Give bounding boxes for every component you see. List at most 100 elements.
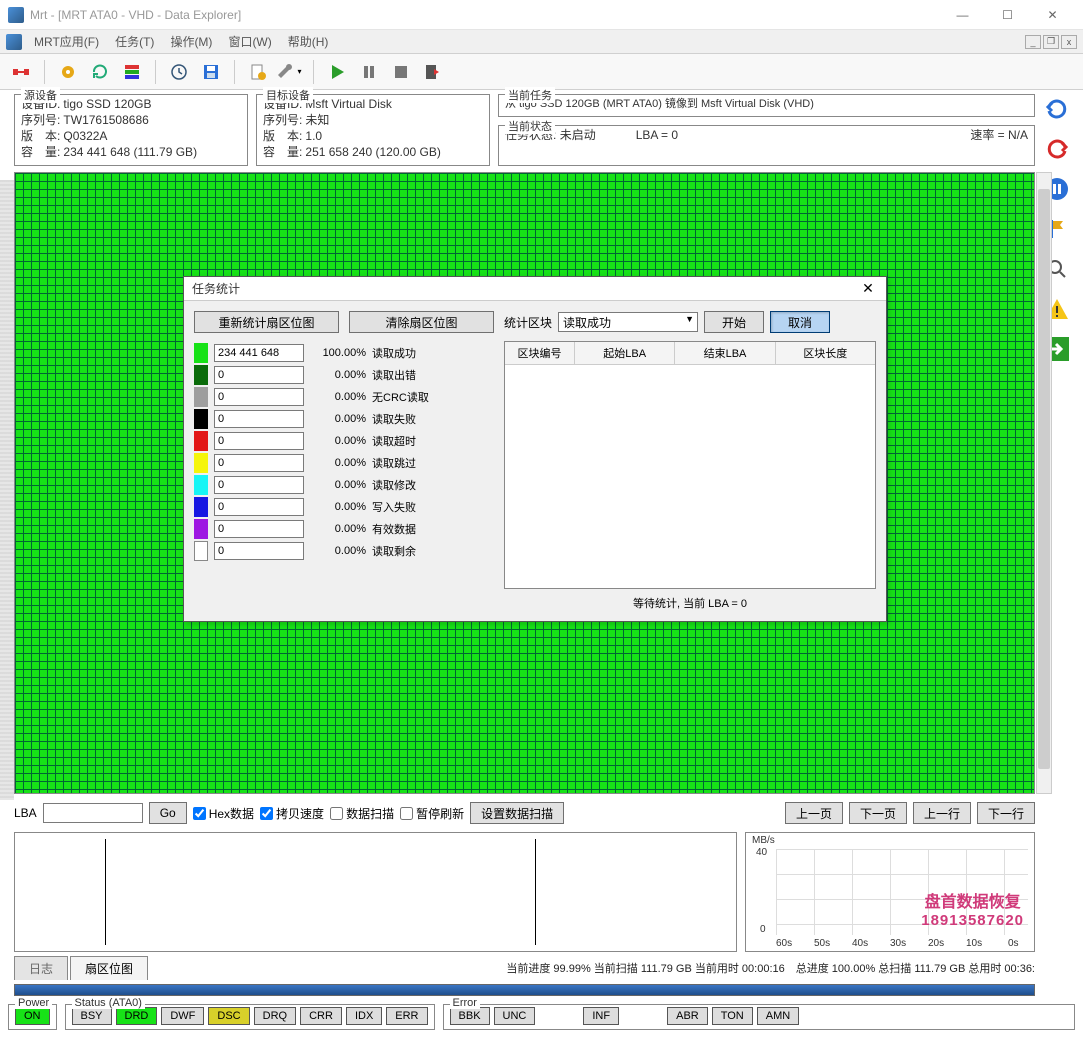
col-end-lba[interactable]: 结束LBA xyxy=(675,342,775,364)
menu-operate[interactable]: 操作(M) xyxy=(162,31,220,52)
stats-block-label: 统计区块 xyxy=(504,314,552,331)
tab-bitmap[interactable]: 扇区位图 xyxy=(70,956,148,980)
col-start-lba[interactable]: 起始LBA xyxy=(575,342,675,364)
maximize-button[interactable]: ☐ xyxy=(985,0,1030,30)
stat-row: 0.00%读取超时 xyxy=(194,431,494,451)
panel-power: Power ON xyxy=(8,1004,57,1030)
menu-app-icon xyxy=(6,34,22,50)
cancel-button[interactable]: 取消 xyxy=(770,311,830,333)
prev-row-button[interactable]: 上一行 xyxy=(913,802,971,824)
chip-abr: ABR xyxy=(667,1007,708,1025)
graphs-row: MB/s 40 0 60s 50s 40s 30s 20s 10s 0s 盘首数… xyxy=(0,830,1083,954)
tb-play-icon[interactable] xyxy=(324,59,350,85)
tb-refresh-icon[interactable] xyxy=(87,59,113,85)
chip-inf: INF xyxy=(583,1007,619,1025)
graph-timeline xyxy=(14,832,737,952)
chip-idx: IDX xyxy=(346,1007,382,1025)
panel-source-device: 源设备 设备ID: tigo SSD 120GB 序列号: TW17615086… xyxy=(14,94,248,166)
stat-label: 读取修改 xyxy=(372,477,416,493)
stat-value-input[interactable] xyxy=(214,476,304,494)
stat-color-swatch xyxy=(194,343,208,363)
panel-current-status: 当前状态 任务状态: 未启动 LBA = 0 速率 = N/A xyxy=(498,125,1035,166)
minimize-button[interactable]: — xyxy=(940,0,985,30)
stat-row: 0.00%无CRC读取 xyxy=(194,387,494,407)
recalc-bitmap-button[interactable]: 重新统计扇区位图 xyxy=(194,311,339,333)
power-on-chip: ON xyxy=(15,1007,50,1025)
tb-palette-icon[interactable] xyxy=(119,59,145,85)
go-button[interactable]: Go xyxy=(149,802,187,824)
mdi-restore[interactable]: ❐ xyxy=(1043,35,1059,49)
hex-checkbox[interactable]: Hex数据 xyxy=(193,805,254,822)
info-row: 源设备 设备ID: tigo SSD 120GB 序列号: TW17615086… xyxy=(0,90,1083,170)
stat-row: 100.00%读取成功 xyxy=(194,343,494,363)
stat-value-input[interactable] xyxy=(214,344,304,362)
stat-value-input[interactable] xyxy=(214,388,304,406)
tb-doc-config-icon[interactable] xyxy=(245,59,271,85)
tb-gear-icon[interactable] xyxy=(55,59,81,85)
dialog-close-icon[interactable]: ✕ xyxy=(858,280,878,297)
tb-connector-icon[interactable] xyxy=(8,59,34,85)
prev-page-button[interactable]: 上一页 xyxy=(785,802,843,824)
stat-percent: 0.00% xyxy=(310,413,366,425)
stat-value-input[interactable] xyxy=(214,432,304,450)
stats-block-select[interactable] xyxy=(558,312,698,332)
menu-task[interactable]: 任务(T) xyxy=(107,31,162,52)
stat-value-input[interactable] xyxy=(214,498,304,516)
stat-label: 读取成功 xyxy=(372,345,416,361)
tb-save-icon[interactable] xyxy=(198,59,224,85)
stat-row: 0.00%读取出错 xyxy=(194,365,494,385)
menu-help[interactable]: 帮助(H) xyxy=(280,31,337,52)
tab-log[interactable]: 日志 xyxy=(14,956,68,980)
stat-percent: 0.00% xyxy=(310,545,366,557)
rvt-redo-icon[interactable] xyxy=(1042,134,1072,164)
stat-label: 写入失败 xyxy=(372,499,416,515)
menu-mrt-app[interactable]: MRT应用(F) xyxy=(26,31,107,52)
rvt-undo-icon[interactable] xyxy=(1042,94,1072,124)
stat-label: 有效数据 xyxy=(372,521,416,537)
stat-value-input[interactable] xyxy=(214,520,304,538)
stat-value-input[interactable] xyxy=(214,454,304,472)
pause-refresh-checkbox[interactable]: 暂停刷新 xyxy=(400,805,464,822)
clear-bitmap-button[interactable]: 清除扇区位图 xyxy=(349,311,494,333)
stats-table: 区块编号 起始LBA 结束LBA 区块长度 xyxy=(504,341,876,589)
stat-percent: 0.00% xyxy=(310,501,366,513)
menu-window[interactable]: 窗口(W) xyxy=(220,31,279,52)
start-button[interactable]: 开始 xyxy=(704,311,764,333)
mdi-close[interactable]: x xyxy=(1061,35,1077,49)
stat-percent: 0.00% xyxy=(310,391,366,403)
menubar: MRT应用(F) 任务(T) 操作(M) 窗口(W) 帮助(H) _ ❐ x xyxy=(0,30,1083,54)
panel-source-legend: 源设备 xyxy=(21,87,60,103)
tb-clock-icon[interactable] xyxy=(166,59,192,85)
watermark: 盘首数据恢复 18913587620 xyxy=(921,888,1024,929)
stat-value-input[interactable] xyxy=(214,366,304,384)
titlebar: Mrt - [MRT ATA0 - VHD - Data Explorer] —… xyxy=(0,0,1083,30)
close-button[interactable]: ✕ xyxy=(1030,0,1075,30)
tb-exit-icon[interactable] xyxy=(420,59,446,85)
chip-crr: CRR xyxy=(300,1007,342,1025)
sector-scrollbar[interactable] xyxy=(1036,172,1052,794)
stat-percent: 0.00% xyxy=(310,435,366,447)
lba-input[interactable] xyxy=(43,803,143,823)
data-scan-checkbox[interactable]: 数据扫描 xyxy=(330,805,394,822)
set-data-scan-button[interactable]: 设置数据扫描 xyxy=(470,802,564,824)
tb-pause-icon[interactable] xyxy=(356,59,382,85)
mdi-minimize[interactable]: _ xyxy=(1025,35,1041,49)
next-page-button[interactable]: 下一页 xyxy=(849,802,907,824)
col-block-len[interactable]: 区块长度 xyxy=(776,342,875,364)
tb-wrench-dropdown-icon[interactable]: ▾ xyxy=(277,59,303,85)
chip-bbk: BBK xyxy=(450,1007,490,1025)
chip-dsc: DSC xyxy=(208,1007,249,1025)
stat-percent: 0.00% xyxy=(310,523,366,535)
tb-stop-icon[interactable] xyxy=(388,59,414,85)
chip-dwf: DWF xyxy=(161,1007,204,1025)
stat-percent: 0.00% xyxy=(310,457,366,469)
col-block-num[interactable]: 区块编号 xyxy=(505,342,575,364)
stat-label: 读取失败 xyxy=(372,411,416,427)
stat-value-input[interactable] xyxy=(214,410,304,428)
stat-row: 0.00%读取修改 xyxy=(194,475,494,495)
copy-speed-checkbox[interactable]: 拷贝速度 xyxy=(260,805,324,822)
panel-target-legend: 目标设备 xyxy=(263,87,313,103)
next-row-button[interactable]: 下一行 xyxy=(977,802,1035,824)
stat-value-input[interactable] xyxy=(214,542,304,560)
stat-percent: 0.00% xyxy=(310,369,366,381)
